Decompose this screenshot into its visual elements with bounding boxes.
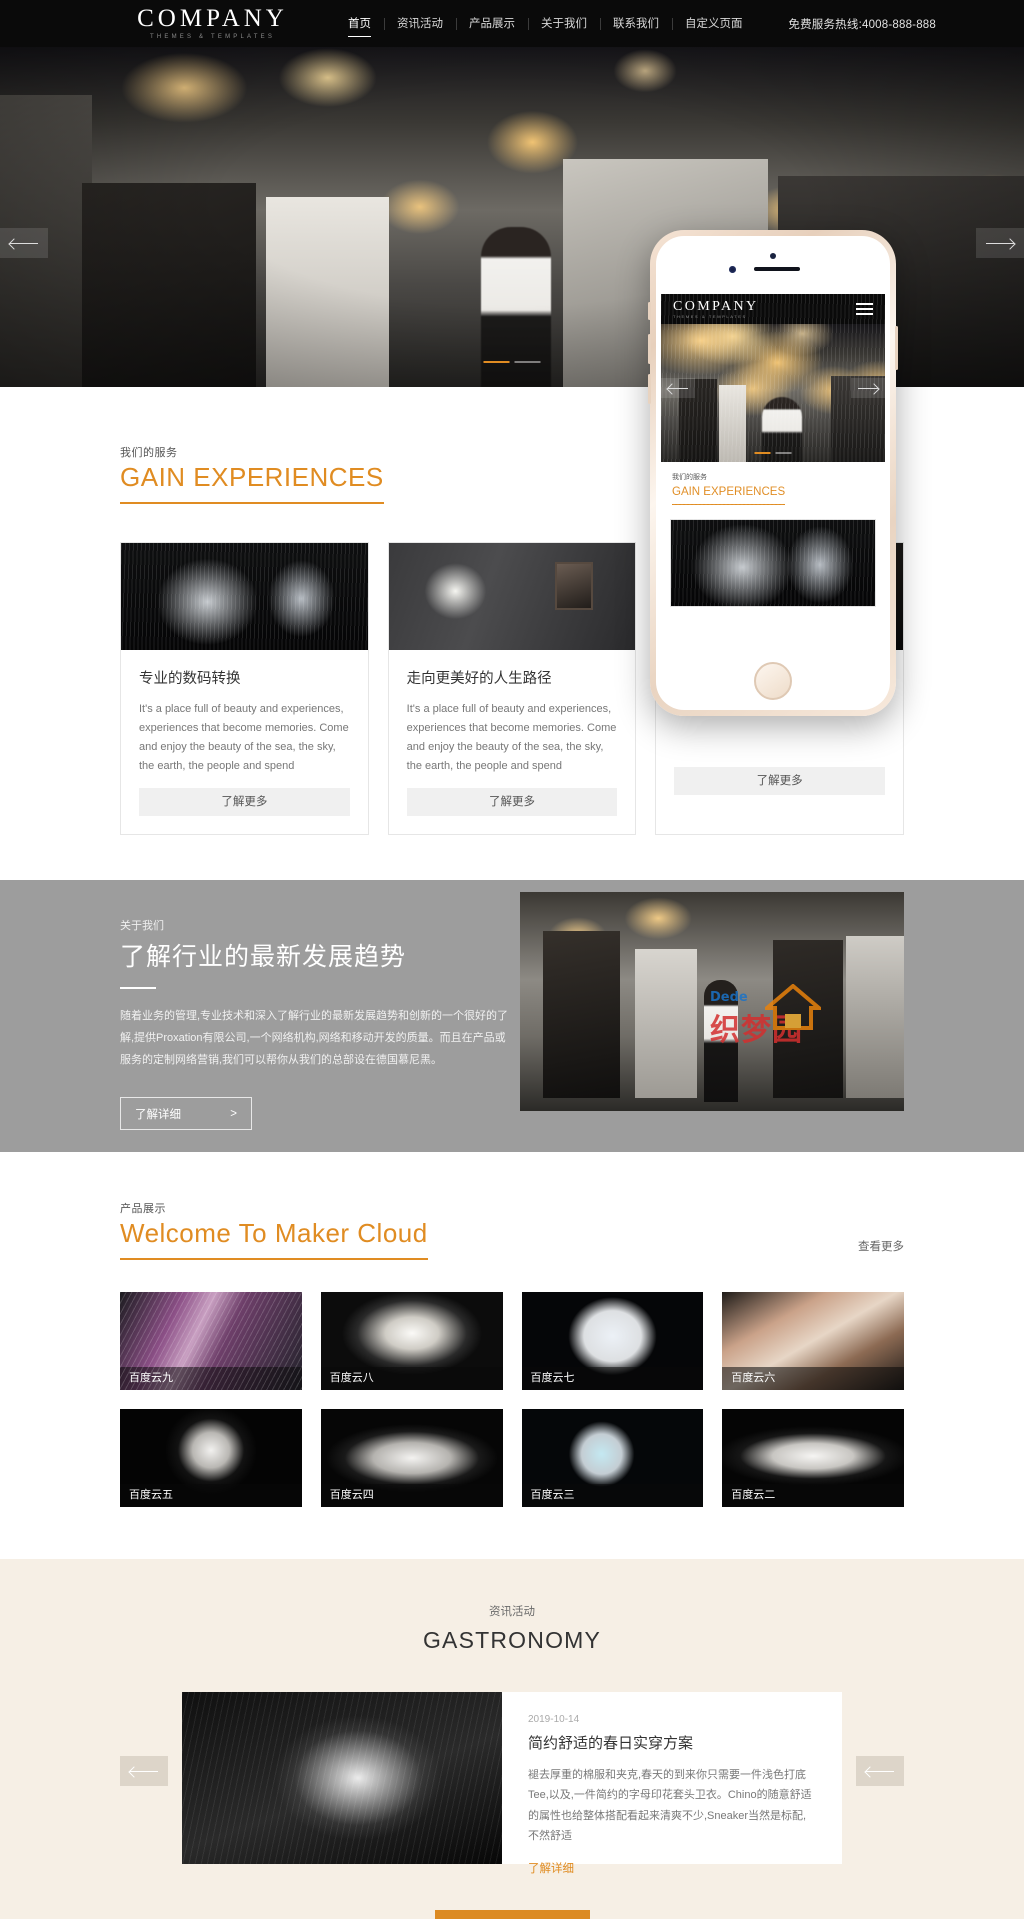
hero-pagination <box>483 361 541 363</box>
about-image <box>520 892 904 1112</box>
nav-item-label: 自定义页面 <box>685 17 743 30</box>
about-detail-button[interactable]: 了解详细 > <box>120 1097 252 1131</box>
page-root: COMPANY THEMES & TEMPLATES 首页 资讯活动 产品展示 … <box>0 0 1024 1919</box>
news-next-button[interactable] <box>856 1756 904 1787</box>
arrow-left-icon <box>10 242 38 244</box>
phone-home-button[interactable] <box>754 662 792 700</box>
phone-speaker-icon <box>754 267 800 271</box>
service-heading: 走向更美好的人生路径 <box>406 671 552 687</box>
news-article-image <box>182 1692 502 1865</box>
service-card[interactable]: 专业的数码转换 It's a place full of beauty and … <box>120 542 369 836</box>
product-card[interactable]: 百度云五 <box>120 1409 302 1508</box>
service-more-button[interactable]: 了解更多 <box>139 788 350 817</box>
about-section: 关于我们 了解行业的最新发展趋势 随着业务的管理,专业技术和深入了解行业的最新发… <box>0 880 1024 1153</box>
service-card[interactable]: 走向更美好的人生路径 It's a place full of beauty a… <box>387 542 637 836</box>
product-label: 百度云七 <box>521 1367 704 1391</box>
about-body: 随着业务的管理,专业技术和深入了解行业的最新发展趋势和创新的一个很好的了解,提供… <box>120 1010 509 1067</box>
nav-item-news[interactable]: 资讯活动 <box>384 15 456 33</box>
news-article-card[interactable]: 2019-10-14 简约舒适的春日实穿方案 褪去厚重的棉服和夹克,春天的到来你… <box>182 1692 842 1875</box>
nav-item-home[interactable]: 首页 <box>335 15 384 37</box>
news-more-button[interactable]: 查看更多 <box>434 1910 590 1919</box>
product-card[interactable]: 百度云六 <box>722 1292 904 1391</box>
service-more-button[interactable]: 了解更多 <box>674 767 886 795</box>
product-label: 百度云六 <box>722 1367 904 1391</box>
product-card[interactable]: 百度云八 <box>320 1292 503 1391</box>
product-label: 百度云四 <box>320 1484 503 1508</box>
hotline-text: 免费服务热线:4008-888-888 <box>788 18 936 31</box>
products-grid: 百度云九 百度云八 百度云七 百度云六 百度云五 百度云四 百度云三 百度云二 <box>120 1292 904 1508</box>
nav-item-custom-page[interactable]: 自定义页面 <box>672 15 756 33</box>
news-article-date: 2019-10-14 <box>528 1714 580 1726</box>
phone-top-bezel <box>656 236 890 294</box>
hero-dot[interactable] <box>775 452 792 454</box>
phone-camera-icon <box>729 266 736 273</box>
products-section: 产品展示 Welcome To Maker Cloud 查看更多 百度云九 百度… <box>0 1152 1024 1560</box>
product-label: 百度云五 <box>120 1484 302 1508</box>
service-thumbnail <box>388 543 636 650</box>
logo-subtitle: THEMES & TEMPLATES <box>149 33 276 40</box>
hero-dot[interactable] <box>483 361 510 363</box>
news-article-link[interactable]: 了解详细 <box>528 1860 574 1876</box>
news-article-body: 褪去厚重的棉服和夹克,春天的到来你只需要一件浅色打底Tee,以及,一件简约的字母… <box>528 1769 812 1843</box>
product-label: 百度云八 <box>320 1367 503 1391</box>
product-card[interactable]: 百度云七 <box>521 1292 704 1391</box>
news-title: GASTRONOMY <box>422 1627 602 1654</box>
arrow-left-icon <box>668 387 688 389</box>
nav-item-label: 首页 <box>348 17 371 30</box>
service-body: It's a place full of beauty and experien… <box>139 703 349 773</box>
arrow-right-icon <box>986 242 1014 244</box>
chevron-right-icon: > <box>230 1107 237 1120</box>
product-card[interactable]: 百度云二 <box>722 1409 904 1508</box>
arrow-right-icon <box>866 1770 894 1772</box>
about-button-label: 了解详细 <box>135 1108 181 1121</box>
news-article-heading: 简约舒适的春日实穿方案 <box>528 1735 694 1753</box>
nav-item-about[interactable]: 关于我们 <box>528 15 600 33</box>
nav-item-label: 关于我们 <box>541 17 587 30</box>
products-more-link[interactable]: 查看更多 <box>858 1238 904 1254</box>
news-header: 资讯活动 GASTRONOMY <box>0 1603 1024 1654</box>
nav-item-contact[interactable]: 联系我们 <box>600 15 672 33</box>
hero-dot[interactable] <box>514 361 541 363</box>
product-label: 百度云三 <box>521 1484 704 1508</box>
hero-dot[interactable] <box>754 452 771 454</box>
nav-item-label: 产品展示 <box>469 17 515 30</box>
news-kicker: 资讯活动 <box>489 1606 535 1619</box>
phone-sensor-icon <box>770 253 776 259</box>
nav-active-underline <box>348 35 371 37</box>
news-prev-button[interactable] <box>120 1756 168 1787</box>
service-heading: 专业的数码转换 <box>139 671 241 687</box>
nav-item-label: 资讯活动 <box>397 17 443 30</box>
service-thumbnail <box>121 543 368 650</box>
site-logo[interactable]: COMPANY THEMES & TEMPLATES <box>120 4 305 42</box>
products-kicker: 产品展示 <box>120 1203 166 1216</box>
product-card[interactable]: 百度云九 <box>120 1292 302 1391</box>
services-title: GAIN EXPERIENCES <box>120 462 384 504</box>
phone-mockup: COMPANY THEMES & TEMPLATES <box>648 230 898 716</box>
hero-prev-button[interactable] <box>0 228 48 258</box>
arrow-left-icon <box>130 1770 158 1772</box>
phone-bottom-bezel <box>656 654 890 710</box>
hero-next-button[interactable] <box>976 228 1024 258</box>
nav-item-products[interactable]: 产品展示 <box>456 15 528 33</box>
nav-item-label: 联系我们 <box>613 17 659 30</box>
product-label: 百度云二 <box>722 1484 904 1508</box>
phone-screen: COMPANY THEMES & TEMPLATES <box>661 294 885 654</box>
logo-title: COMPANY <box>137 4 288 32</box>
main-nav: 首页 资讯活动 产品展示 关于我们 联系我们 自定义页面 <box>335 15 756 37</box>
about-divider <box>120 987 156 990</box>
service-more-button[interactable]: 了解更多 <box>406 788 618 817</box>
site-header: COMPANY THEMES & TEMPLATES 首页 资讯活动 产品展示 … <box>0 0 1024 47</box>
products-title: Welcome To Maker Cloud <box>120 1218 428 1261</box>
product-label: 百度云九 <box>120 1367 302 1391</box>
product-card[interactable]: 百度云三 <box>521 1409 704 1508</box>
product-card[interactable]: 百度云四 <box>320 1409 503 1508</box>
service-body: It's a place full of beauty and experien… <box>406 703 617 773</box>
arrow-right-icon <box>858 387 878 389</box>
products-header: 产品展示 Welcome To Maker Cloud 查看更多 <box>120 1200 904 1261</box>
phone-service-thumbnail[interactable] <box>670 519 876 607</box>
news-section: 资讯活动 GASTRONOMY 2019-10-14 简约舒适的春日实穿方案 褪… <box>0 1559 1024 1919</box>
